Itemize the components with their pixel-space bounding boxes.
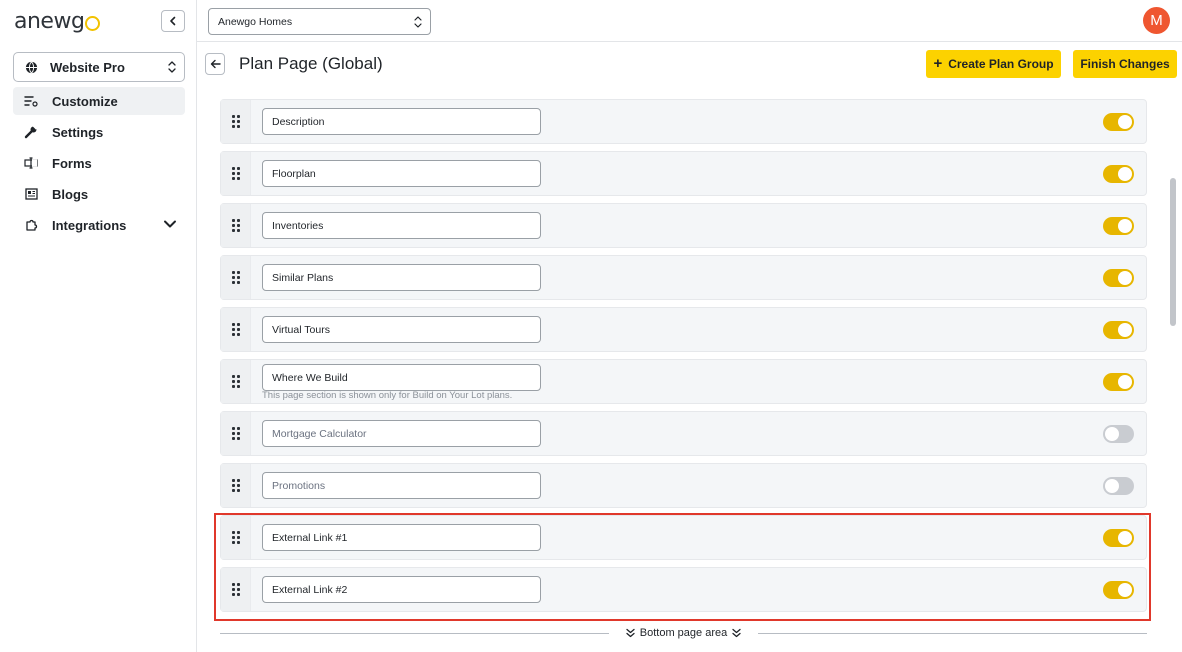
create-plan-group-label: Create Plan Group xyxy=(948,57,1054,71)
wrench-icon xyxy=(23,124,39,140)
toggle-knob xyxy=(1118,583,1132,597)
builder-select-label: Anewgo Homes xyxy=(218,15,293,28)
chevron-updown-icon xyxy=(168,61,176,73)
section-visibility-toggle[interactable] xyxy=(1103,113,1134,131)
section-row-floorplan xyxy=(220,151,1147,196)
website-select[interactable]: Website Pro xyxy=(13,52,185,82)
toggle-knob xyxy=(1118,115,1132,129)
section-visibility-toggle[interactable] xyxy=(1103,165,1134,183)
sidebar-item-label: Forms xyxy=(52,155,92,171)
anewgo-logo[interactable]: anew g xyxy=(14,6,101,34)
drag-handle-icon[interactable] xyxy=(221,308,251,351)
section-visibility-toggle[interactable] xyxy=(1103,269,1134,287)
collapse-sidebar-button[interactable] xyxy=(161,10,185,32)
section-visibility-toggle[interactable] xyxy=(1103,321,1134,339)
chevron-down-icon[interactable] xyxy=(163,218,177,230)
section-visibility-toggle[interactable] xyxy=(1103,477,1134,495)
double-chevron-down-icon xyxy=(626,628,635,638)
section-name-input[interactable] xyxy=(262,524,541,551)
toggle-knob xyxy=(1118,375,1132,389)
sidebar-item-label: Integrations xyxy=(52,217,127,233)
website-select-label: Website Pro xyxy=(50,59,125,75)
sidebar-item-forms[interactable]: Forms xyxy=(13,149,185,177)
form-icon xyxy=(23,155,39,171)
toggle-knob xyxy=(1118,531,1132,545)
sidebar-item-label: Settings xyxy=(52,124,104,140)
section-name-input[interactable] xyxy=(262,472,541,499)
drag-handle-icon[interactable] xyxy=(221,152,251,195)
drag-handle-icon[interactable] xyxy=(221,100,251,143)
sidebar-nav: Customize Settings Forms Blogs Integrati… xyxy=(13,87,185,242)
back-button[interactable] xyxy=(205,53,225,75)
page-title: Plan Page (Global) xyxy=(239,54,383,73)
drag-handle-icon[interactable] xyxy=(221,360,251,403)
drag-handle-icon[interactable] xyxy=(221,256,251,299)
section-visibility-toggle[interactable] xyxy=(1103,425,1134,443)
section-row-where-we-build: This page section is shown only for Buil… xyxy=(220,359,1147,404)
section-name-input[interactable] xyxy=(262,576,541,603)
section-visibility-toggle[interactable] xyxy=(1103,529,1134,547)
finish-changes-button[interactable]: Finish Changes xyxy=(1073,50,1177,78)
logo-ring-icon xyxy=(85,16,101,31)
double-chevron-down-icon xyxy=(732,628,741,638)
sidebar-item-integrations[interactable]: Integrations xyxy=(13,211,185,239)
section-name-input[interactable] xyxy=(262,420,541,447)
toggle-knob xyxy=(1118,323,1132,337)
drag-handle-icon[interactable] xyxy=(221,204,251,247)
section-hint: This page section is shown only for Buil… xyxy=(262,390,513,401)
plus-icon: + xyxy=(933,54,943,72)
section-name-input[interactable] xyxy=(262,264,541,291)
bottom-page-area-label: Bottom page area xyxy=(639,627,728,639)
scrollbar-track[interactable] xyxy=(1168,86,1178,652)
user-avatar[interactable]: M xyxy=(1143,7,1170,34)
drag-handle-icon[interactable] xyxy=(221,568,251,611)
sidebar-item-customize[interactable]: Customize xyxy=(13,87,185,115)
drag-handle-icon[interactable] xyxy=(221,464,251,507)
drag-handle-icon[interactable] xyxy=(221,516,251,559)
top-bar: Anewgo Homes M xyxy=(197,0,1182,42)
arrow-left-icon xyxy=(210,59,221,69)
section-name-input[interactable] xyxy=(262,316,541,343)
toggle-knob xyxy=(1118,271,1132,285)
toggle-knob xyxy=(1105,479,1119,493)
sidebar-item-settings[interactable]: Settings xyxy=(13,118,185,146)
section-name-input[interactable] xyxy=(262,212,541,239)
puzzle-icon xyxy=(23,217,39,233)
section-row-external-link-1 xyxy=(220,515,1147,560)
section-row-virtual-tours xyxy=(220,307,1147,352)
sidebar-item-blogs[interactable]: Blogs xyxy=(13,180,185,208)
create-plan-group-button[interactable]: + Create Plan Group xyxy=(926,50,1061,78)
sections-list: This page section is shown only for Buil… xyxy=(210,86,1158,652)
section-row-mortgage-calculator xyxy=(220,411,1147,456)
globe-icon xyxy=(25,61,38,73)
section-visibility-toggle[interactable] xyxy=(1103,217,1134,235)
toggle-knob xyxy=(1118,167,1132,181)
section-row-inventories xyxy=(220,203,1147,248)
sidebar-item-label: Blogs xyxy=(52,186,89,202)
section-row-promotions xyxy=(220,463,1147,508)
section-visibility-toggle[interactable] xyxy=(1103,581,1134,599)
section-row-similar-plans xyxy=(220,255,1147,300)
drag-handle-icon[interactable] xyxy=(221,412,251,455)
chevron-left-icon xyxy=(170,16,176,26)
bottom-page-area-toggle[interactable]: Bottom page area xyxy=(609,627,758,639)
section-row-description xyxy=(220,99,1147,144)
section-name-input[interactable] xyxy=(262,108,541,135)
section-row-external-link-2 xyxy=(220,567,1147,612)
toggle-knob xyxy=(1118,219,1132,233)
chevron-updown-icon xyxy=(414,16,422,28)
section-name-input[interactable] xyxy=(262,364,541,391)
section-name-input[interactable] xyxy=(262,160,541,187)
builder-select[interactable]: Anewgo Homes xyxy=(208,8,431,35)
customize-icon xyxy=(23,93,39,109)
section-visibility-toggle[interactable] xyxy=(1103,373,1134,391)
sidebar-item-label: Customize xyxy=(52,93,118,109)
bottom-page-area-divider: Bottom page area xyxy=(220,626,1148,640)
scrollbar-thumb[interactable] xyxy=(1170,178,1176,326)
newspaper-icon xyxy=(23,186,39,202)
sidebar: anew g Website Pro Customize Settings For… xyxy=(0,0,197,652)
toggle-knob xyxy=(1105,427,1119,441)
